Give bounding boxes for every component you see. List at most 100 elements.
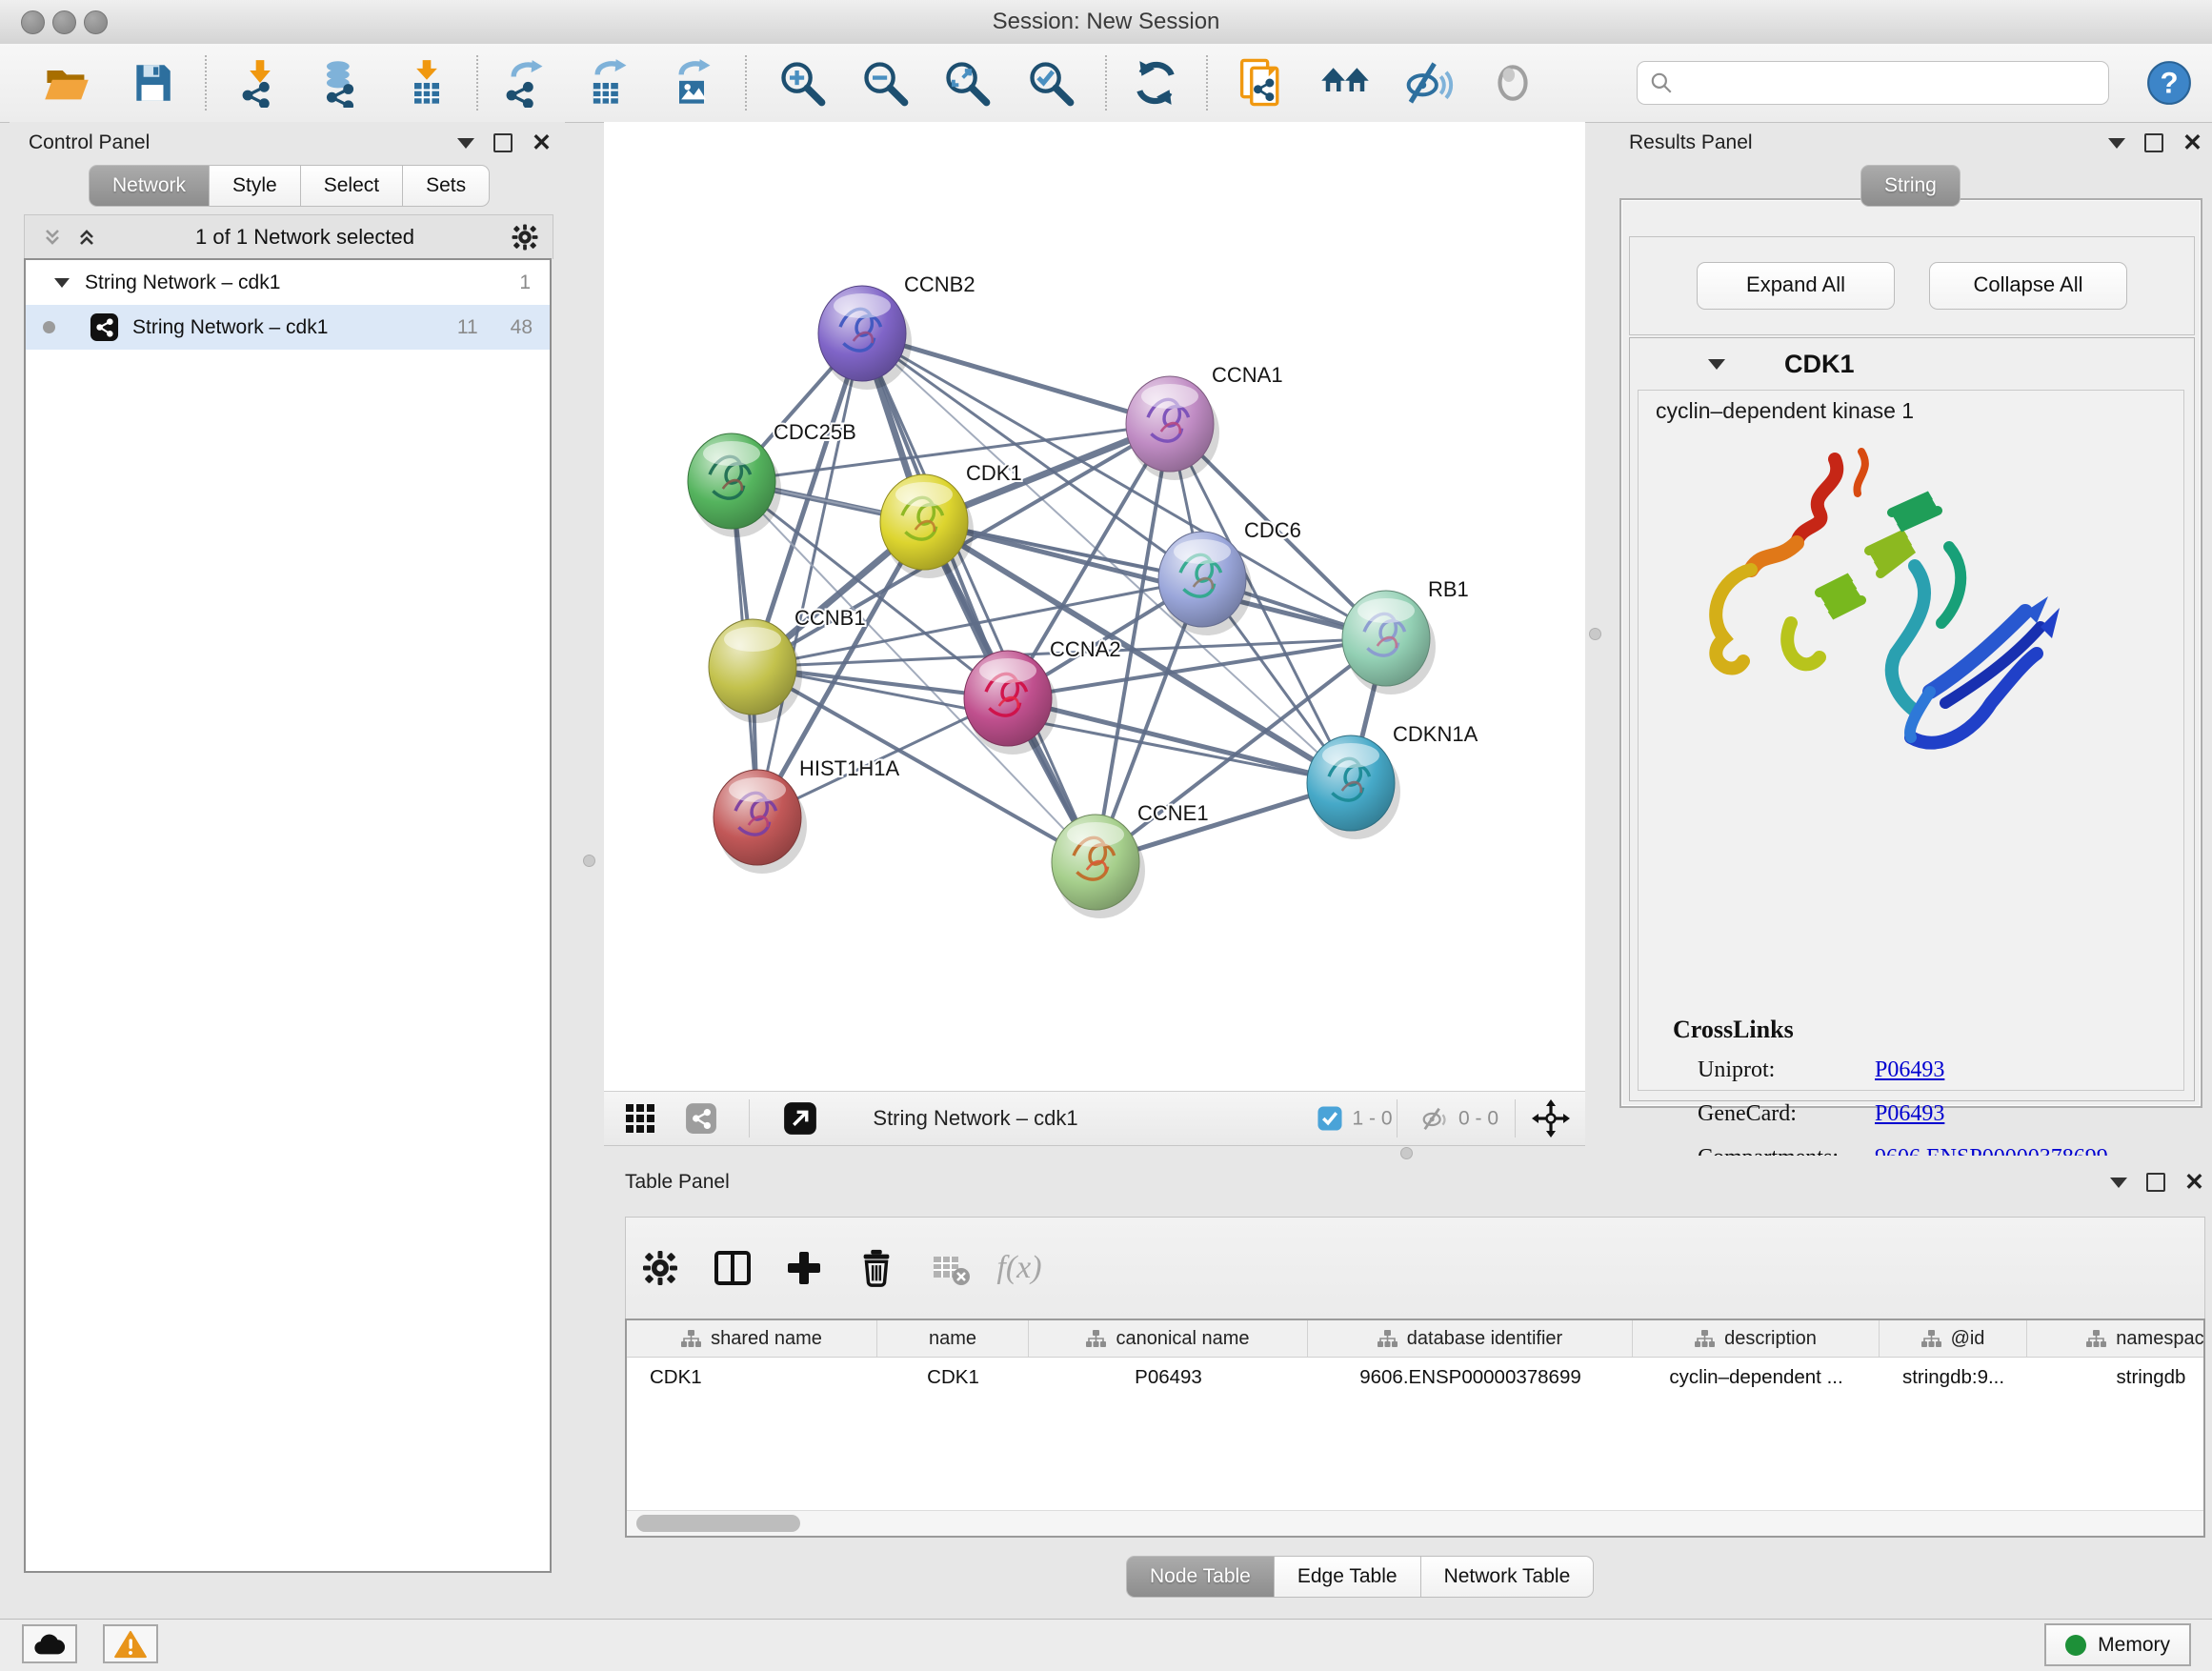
node-label-hist1h1a: HIST1H1A	[799, 756, 899, 780]
apply-preferred-layout-icon[interactable]	[1128, 55, 1183, 111]
import-network-from-file-icon[interactable]	[232, 55, 288, 111]
export-network-icon[interactable]	[496, 55, 552, 111]
pan-crosshair-icon[interactable]	[1532, 1099, 1570, 1137]
home-networks-icon[interactable]	[1317, 55, 1373, 111]
node-table: shared namenamecanonical namedatabase id…	[625, 1319, 2205, 1538]
node-label-ccna1: CCNA1	[1212, 363, 1283, 387]
panel-float-icon[interactable]	[493, 133, 513, 152]
import-table-from-file-icon[interactable]	[399, 55, 454, 111]
string-query-icon[interactable]	[1235, 55, 1290, 111]
panel-close-icon[interactable]: ✕	[2184, 1175, 2204, 1190]
node-label-ccne1: CCNE1	[1137, 801, 1209, 825]
table-header-row: shared namenamecanonical namedatabase id…	[627, 1320, 2203, 1358]
zoom-fit-icon[interactable]	[939, 55, 995, 111]
expand-all-icon[interactable]	[74, 226, 99, 249]
birds-eye-view-icon[interactable]	[783, 1101, 817, 1136]
hide-selected-icon[interactable]	[1401, 55, 1457, 111]
zoom-selected-icon[interactable]	[1023, 55, 1078, 111]
network-node-hist1h1a[interactable]: HIST1H1A	[714, 756, 899, 874]
warnings-button[interactable]	[103, 1624, 158, 1663]
crosslink-label: GeneCard:	[1698, 1101, 1797, 1126]
panel-close-icon[interactable]: ✕	[532, 135, 552, 151]
column-header-name[interactable]: name	[877, 1320, 1029, 1357]
tab-string[interactable]: String	[1860, 165, 1961, 207]
network-node-ccnb2[interactable]: CCNB2	[818, 272, 975, 390]
column-header-description[interactable]: description	[1633, 1320, 1880, 1357]
table-tabs: Node TableEdge TableNetwork Table	[1126, 1556, 1594, 1598]
tab-node-table[interactable]: Node Table	[1126, 1556, 1275, 1598]
toolbar-separator	[749, 1099, 750, 1137]
entry-collapse-icon[interactable]	[1708, 359, 1725, 370]
export-image-icon[interactable]	[664, 55, 719, 111]
vertical-splitter-handle[interactable]	[583, 855, 595, 867]
h-scrollbar-thumb[interactable]	[636, 1515, 800, 1532]
tab-style[interactable]: Style	[210, 165, 301, 207]
protein-entry-header[interactable]: CDK1	[1630, 338, 2194, 390]
delete-column-trash-icon[interactable]	[856, 1248, 896, 1288]
panel-menu-icon[interactable]	[2110, 1178, 2127, 1188]
network-row[interactable]: String Network – cdk1 11 48	[26, 305, 550, 350]
panel-menu-icon[interactable]	[2108, 138, 2125, 149]
network-node-cdkn1a[interactable]: CDKN1A	[1307, 722, 1478, 839]
crosslink-link[interactable]: P06493	[1875, 1057, 1944, 1083]
selected-checkbox-icon[interactable]	[1317, 1106, 1342, 1132]
expand-all-button[interactable]: Expand All	[1697, 262, 1895, 310]
panel-menu-icon[interactable]	[457, 138, 474, 149]
hidden-eye-icon	[1420, 1106, 1449, 1132]
network-node-ccna1[interactable]: CCNA1	[1126, 363, 1283, 480]
horizontal-splitter-handle[interactable]	[1400, 1147, 1413, 1159]
column-network-icon	[2086, 1330, 2106, 1348]
vertical-splitter-handle[interactable]	[1589, 628, 1601, 640]
search-input[interactable]	[1674, 70, 2108, 95]
grid-view-icon[interactable]	[625, 1103, 655, 1134]
protein-name: CDK1	[1784, 350, 1855, 379]
tab-edge-table[interactable]: Edge Table	[1275, 1556, 1421, 1598]
column-header-canonical-name[interactable]: canonical name	[1029, 1320, 1308, 1357]
tab-select[interactable]: Select	[301, 165, 403, 207]
zoom-out-icon[interactable]	[857, 55, 913, 111]
panel-close-icon[interactable]: ✕	[2182, 135, 2202, 151]
preview-toggle-icon[interactable]	[1485, 55, 1540, 111]
add-column-icon[interactable]	[784, 1248, 824, 1288]
network-graph[interactable]: CCNB2CCNA1CDC25BCDK1CDC6RB1CCNB1CCNA2CDK…	[604, 122, 1585, 1091]
string-view-icon[interactable]	[685, 1102, 717, 1135]
results-panel-tabs: String	[1860, 165, 1961, 207]
column-header-database-identifier[interactable]: database identifier	[1308, 1320, 1633, 1357]
collection-expand-icon[interactable]	[54, 278, 70, 288]
table-row[interactable]: CDK1CDK1P064939606.ENSP00000378699cyclin…	[627, 1358, 2203, 1398]
table-cell: CDK1	[627, 1358, 877, 1398]
column-header-shared-name[interactable]: shared name	[627, 1320, 877, 1357]
tab-network[interactable]: Network	[89, 165, 210, 207]
import-network-from-database-icon[interactable]	[312, 55, 368, 111]
column-header-namespace[interactable]: namespace	[2027, 1320, 2205, 1357]
panel-float-icon[interactable]	[2144, 133, 2163, 152]
string-network-icon	[90, 312, 119, 342]
collection-count: 1	[519, 272, 531, 294]
show-columns-icon[interactable]	[712, 1247, 754, 1289]
network-node-rb1[interactable]: RB1	[1342, 577, 1469, 695]
node-label-ccnb1: CCNB1	[794, 606, 866, 630]
column-header-id[interactable]: @id	[1880, 1320, 2027, 1357]
tab-sets[interactable]: Sets	[403, 165, 490, 207]
open-session-icon[interactable]	[39, 55, 94, 111]
table-cell: cyclin–dependent ...	[1633, 1358, 1880, 1398]
help-icon[interactable]: ?	[2142, 55, 2197, 111]
node-label-cdc6: CDC6	[1244, 518, 1301, 542]
collapse-all-icon[interactable]	[40, 226, 65, 249]
collapse-all-button[interactable]: Collapse All	[1929, 262, 2127, 310]
save-session-icon[interactable]	[125, 55, 180, 111]
memory-button[interactable]: Memory	[2044, 1623, 2191, 1666]
tab-network-table[interactable]: Network Table	[1421, 1556, 1595, 1598]
crosslink-row: GeneCard:P06493	[1698, 1101, 1797, 1127]
export-table-icon[interactable]	[580, 55, 635, 111]
network-canvas[interactable]: CCNB2CCNA1CDC25BCDK1CDC6RB1CCNB1CCNA2CDK…	[604, 122, 1585, 1091]
network-collection-row[interactable]: String Network – cdk1 1	[26, 260, 550, 305]
table-settings-gear-icon[interactable]	[641, 1249, 679, 1287]
crosslink-link[interactable]: P06493	[1875, 1101, 1944, 1127]
zoom-in-icon[interactable]	[774, 55, 830, 111]
network-node-cdk1[interactable]: CDK1	[880, 461, 1022, 578]
automation-cloud-button[interactable]	[22, 1624, 77, 1663]
network-options-gear-icon[interactable]	[511, 223, 539, 252]
panel-float-icon[interactable]	[2146, 1173, 2165, 1192]
selected-count-label: 1 - 0	[1352, 1107, 1392, 1130]
